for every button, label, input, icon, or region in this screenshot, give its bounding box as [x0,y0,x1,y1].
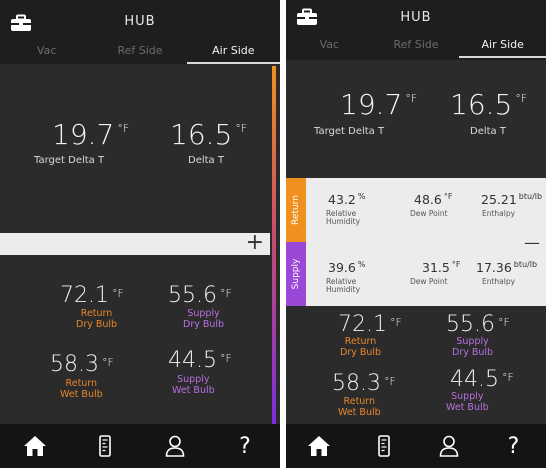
app-title: HUB [124,14,156,29]
return-dew-label: Dew Point [410,209,448,218]
return-wet-bulb-label: Return Wet Bulb [338,396,381,418]
top-bar: HUB Vac Ref Side Air Side [0,0,280,64]
supply-wet-bulb-value: 44.5 °F [168,348,232,373]
home-icon[interactable] [307,435,331,457]
supply-dry-bulb-label: Supply Dry Bulb [452,336,494,358]
tab-ref-side[interactable]: Ref Side [93,40,186,64]
supply-dew-value: 31.5 °F [422,260,461,275]
expand-band[interactable]: + [0,230,270,255]
return-rh-label: Relative Humidity [326,209,361,226]
return-dew-value: 48.6 °F [414,192,453,207]
return-wet-bulb-value: 58.3 °F [332,371,396,396]
return-rh-value: 43.2% [328,192,366,207]
delta-label: Delta T [188,155,224,166]
target-delta-value: 19.7 °F [52,118,130,151]
supply-dry-bulb-value: 55.6 °F [446,312,510,337]
supply-wet-bulb-value: 44.5 °F [450,367,514,392]
supply-wet-bulb-label: Supply Wet Bulb [446,391,489,413]
supply-dew-label: Dew Point [410,277,448,286]
supply-wet-bulb-label: Supply Wet Bulb [172,374,215,396]
supply-tag: Supply [286,242,306,306]
bottom-nav: ? [286,424,546,468]
help-icon[interactable]: ? [239,434,251,459]
return-dry-bulb-value: 72.1 °F [60,283,124,308]
tab-air-side[interactable]: Air Side [459,34,546,58]
collapse-minus-icon[interactable]: — [524,233,540,252]
tab-bar: Vac Ref Side Air Side [286,34,546,58]
supply-dry-bulb-label: Supply Dry Bulb [183,308,225,330]
tab-vac[interactable]: Vac [286,34,373,58]
tab-vac[interactable]: Vac [0,40,93,64]
gauge-icon[interactable] [99,435,111,457]
supply-rh-label: Relative Humidity [326,277,361,294]
supply-rh-value: 39.6% [328,260,366,275]
return-wet-bulb-label: Return Wet Bulb [60,378,103,400]
target-delta-value: 19.7 °F [340,88,418,121]
supply-enthalpy-value: 17.36 btu/lb [476,260,538,275]
return-dry-bulb-label: Return Dry Bulb [76,308,118,330]
gauge-icon[interactable] [377,435,390,457]
user-icon[interactable] [439,435,459,457]
home-icon[interactable] [23,435,47,457]
app-title: HUB [400,10,432,25]
return-enthalpy-value: 25.21 btu/lb [481,192,543,207]
nav-home[interactable] [0,424,70,468]
supply-enthalpy-label: Enthalpy [482,277,516,286]
user-icon[interactable] [165,435,185,457]
return-dry-bulb-value: 72.1 °F [338,312,402,337]
nav-help[interactable]: ? [481,424,546,468]
return-wet-bulb-value: 58.3 °F [50,352,114,377]
nav-profile[interactable] [416,424,481,468]
nav-help[interactable]: ? [210,424,280,468]
nav-profile[interactable] [140,424,210,468]
bottom-nav: ? [0,424,280,468]
delta-value: 16.5 °F [170,118,248,151]
delta-value: 16.5 °F [450,88,528,121]
supply-dry-bulb-value: 55.6 °F [168,283,232,308]
tab-ref-side[interactable]: Ref Side [373,34,460,58]
top-bar: HUB Vac Ref Side Air Side [286,0,546,60]
delta-label: Delta T [470,126,506,137]
target-delta-label: Target Delta T [314,126,385,137]
help-icon[interactable]: ? [508,434,520,459]
tab-air-side[interactable]: Air Side [186,40,280,64]
return-supply-gradient-bar [272,66,276,424]
nav-gauge[interactable] [70,424,140,468]
left-screen: HUB Vac Ref Side Air Side 19.7 °F Target … [0,0,280,468]
nav-gauge[interactable] [351,424,416,468]
target-delta-label: Target Delta T [34,155,105,166]
right-screen: HUB Vac Ref Side Air Side 19.7 °F Target … [286,0,546,468]
expand-plus-icon[interactable]: + [246,230,264,255]
return-enthalpy-label: Enthalpy [482,209,516,218]
nav-home[interactable] [286,424,351,468]
return-tag: Return [286,178,306,242]
return-dry-bulb-label: Return Dry Bulb [340,336,382,358]
psychrometric-panel: Return Supply 43.2% Relative Humidity 48.… [286,178,546,306]
tab-bar: Vac Ref Side Air Side [0,40,280,64]
